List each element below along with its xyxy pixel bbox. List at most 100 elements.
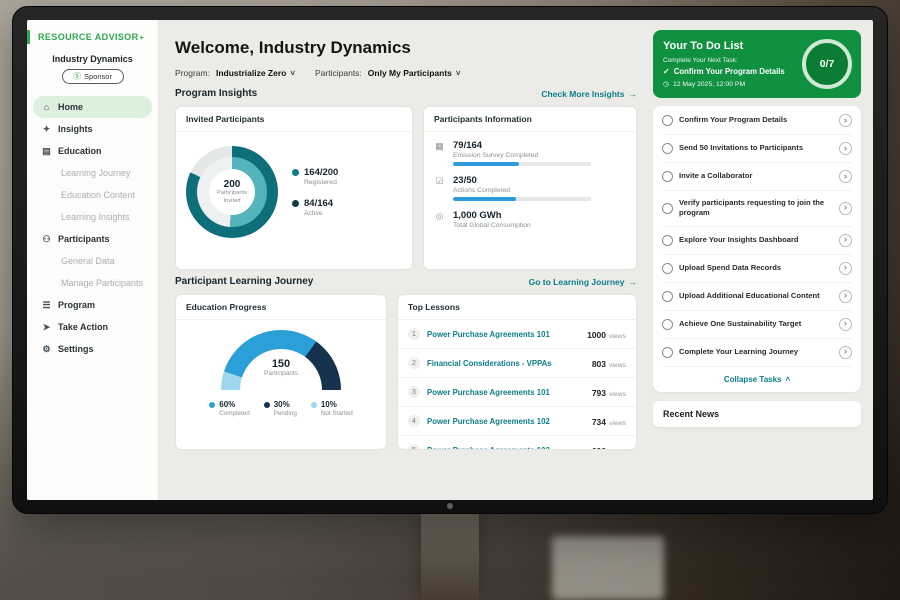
chevron-up-icon: ˄ bbox=[785, 375, 790, 384]
gauge-legend: 60% Completed 30% Pending bbox=[176, 396, 386, 421]
legend-label: Active bbox=[304, 210, 333, 217]
insights-icon: ✦ bbox=[41, 125, 52, 134]
lesson-link[interactable]: Power Purchase Agreements 101 bbox=[427, 330, 580, 339]
todo-task[interactable]: Achieve One Sustainability Target› bbox=[662, 311, 852, 339]
todo-next-task: ✓ Confirm Your Program Details bbox=[663, 67, 797, 76]
sidebar-item-manage-participants[interactable]: Manage Participants bbox=[33, 272, 152, 294]
arrow-right-icon: → bbox=[629, 277, 638, 287]
todo-task[interactable]: Complete Your Learning Journey › bbox=[662, 339, 852, 367]
sidebar-item-label: Learning Journey bbox=[61, 168, 131, 178]
building-icon: ▦ bbox=[434, 141, 445, 166]
go-to-learning-journey-link[interactable]: Go to Learning Journey → bbox=[529, 277, 637, 287]
todo-task[interactable]: Invite a Collaborator › bbox=[662, 163, 852, 191]
participants-select[interactable]: Only My Participants ˅ bbox=[368, 68, 461, 78]
monitor-bezel: RESOURCE ADVISOR+ Industry Dynamics Ⓢ Sp… bbox=[12, 6, 888, 514]
lesson-views-label: views bbox=[609, 333, 626, 340]
lesson-views: 803 bbox=[592, 359, 606, 369]
chevron-right-icon[interactable]: › bbox=[839, 290, 852, 303]
lesson-link[interactable]: Power Purchase Agreements 101 bbox=[427, 388, 585, 397]
progress-bar-fill bbox=[453, 162, 519, 166]
lesson-link[interactable]: Power Purchase Agreements 102 bbox=[427, 417, 585, 426]
collapse-tasks-button[interactable]: Collapse Tasks ˄ bbox=[662, 367, 852, 392]
sidebar-item-settings[interactable]: ⚙Settings bbox=[33, 338, 152, 360]
task-checkbox[interactable] bbox=[662, 319, 673, 330]
lesson-views-label: views bbox=[609, 391, 626, 398]
lesson-link[interactable]: Financial Considerations - VPPAs bbox=[427, 359, 585, 368]
chevron-right-icon[interactable]: › bbox=[839, 142, 852, 155]
chevron-down-icon: ˅ bbox=[456, 69, 461, 78]
todo-task[interactable]: Upload Additional Educational Content› bbox=[662, 283, 852, 311]
program-filter-label: Program: bbox=[175, 68, 210, 78]
chevron-right-icon[interactable]: › bbox=[839, 262, 852, 275]
chevron-right-icon[interactable]: › bbox=[839, 114, 852, 127]
info-row: ▦ 79/164 Emission Survey Completed bbox=[434, 140, 626, 166]
check-more-insights-link[interactable]: Check More Insights → bbox=[541, 89, 637, 99]
legend-item: 10% Not Started bbox=[311, 400, 353, 417]
sidebar-item-general-data[interactable]: General Data bbox=[33, 250, 152, 272]
legend-label: Pending bbox=[274, 410, 297, 417]
info-label: Actions Completed bbox=[453, 187, 591, 194]
task-checkbox[interactable] bbox=[662, 347, 673, 358]
task-checkbox[interactable] bbox=[662, 171, 673, 182]
legend-value: 60% bbox=[219, 400, 249, 409]
home-icon: ⌂ bbox=[41, 103, 52, 112]
education-icon: ▤ bbox=[41, 147, 52, 156]
lesson-views: 600 bbox=[592, 446, 606, 450]
todo-tasks-card: Confirm Your Program Details› Send 50 In… bbox=[653, 106, 861, 392]
legend-item: 84/164 Active bbox=[292, 198, 338, 217]
sidebar-item-insights[interactable]: ✦Insights bbox=[33, 118, 152, 140]
info-value: 1,000 GWh bbox=[453, 210, 531, 221]
sidebar-item-program[interactable]: ☰Program bbox=[33, 294, 152, 316]
lesson-rank: 4 bbox=[408, 415, 420, 427]
invited-participants-card: Invited Participants 200 Participants In… bbox=[175, 106, 413, 270]
todo-task[interactable]: Upload Spend Data Records› bbox=[662, 255, 852, 283]
chevron-right-icon[interactable]: › bbox=[839, 202, 852, 215]
sidebar-item-education[interactable]: ▤Education bbox=[33, 140, 152, 162]
task-checkbox[interactable] bbox=[662, 263, 673, 274]
sidebar-item-take-action[interactable]: ➤Take Action bbox=[33, 316, 152, 338]
task-checkbox[interactable] bbox=[662, 203, 673, 214]
lesson-views: 1000 bbox=[587, 330, 606, 340]
chevron-right-icon[interactable]: › bbox=[839, 170, 852, 183]
chevron-right-icon[interactable]: › bbox=[839, 318, 852, 331]
todo-task[interactable]: Explore Your Insights Dashboard› bbox=[662, 227, 852, 255]
legend-label: Completed bbox=[219, 410, 249, 417]
task-checkbox[interactable] bbox=[662, 143, 673, 154]
todo-task[interactable]: Verify participants requesting to join t… bbox=[662, 191, 852, 227]
lesson-views-label: views bbox=[609, 449, 626, 450]
education-gauge: 150 Participants bbox=[221, 330, 341, 392]
desk-background: RESOURCE ADVISOR+ Industry Dynamics Ⓢ Sp… bbox=[0, 0, 900, 600]
sidebar-item-learning-journey[interactable]: Learning Journey bbox=[33, 162, 152, 184]
check-icon: ✓ bbox=[663, 67, 670, 76]
participants-icon: ⚇ bbox=[41, 235, 52, 244]
legend-dot bbox=[209, 402, 215, 408]
todo-task[interactable]: Send 50 Invitations to Participants› bbox=[662, 135, 852, 163]
sidebar-item-participants[interactable]: ⚇Participants bbox=[33, 228, 152, 250]
chevron-right-icon[interactable]: › bbox=[839, 346, 852, 359]
sponsor-badge-label: Sponsor bbox=[84, 72, 112, 81]
learning-cards-row: Education Progress 150 Participants bbox=[175, 294, 637, 450]
task-checkbox[interactable] bbox=[662, 291, 673, 302]
card-title: Invited Participants bbox=[176, 107, 412, 132]
gauge-center-value: 150 bbox=[221, 358, 341, 370]
org-name: Industry Dynamics bbox=[27, 54, 158, 64]
donut-center: 200 Participants Invited bbox=[186, 146, 278, 238]
task-label: Invite a Collaborator bbox=[679, 171, 833, 181]
task-checkbox[interactable] bbox=[662, 235, 673, 246]
sidebar-item-label: General Data bbox=[61, 256, 115, 266]
task-checkbox[interactable] bbox=[662, 115, 673, 126]
desk-object bbox=[552, 536, 664, 600]
program-select[interactable]: Industrialize Zero ˅ bbox=[216, 68, 295, 78]
education-progress-card: Education Progress 150 Participants bbox=[175, 294, 387, 450]
task-label: Complete Your Learning Journey bbox=[679, 347, 833, 357]
go-to-learning-journey-label: Go to Learning Journey bbox=[529, 277, 625, 287]
progress-bar bbox=[453, 162, 591, 166]
lesson-link[interactable]: Power Purchase Agreements 103 bbox=[427, 446, 585, 451]
todo-task[interactable]: Confirm Your Program Details› bbox=[662, 107, 852, 135]
chevron-right-icon[interactable]: › bbox=[839, 234, 852, 247]
sidebar-item-home[interactable]: ⌂Home bbox=[33, 96, 152, 118]
sidebar-item-learning-insights[interactable]: Learning Insights bbox=[33, 206, 152, 228]
page-title: Welcome, Industry Dynamics bbox=[175, 38, 637, 58]
sponsor-badge: Ⓢ Sponsor bbox=[62, 69, 124, 84]
sidebar-item-education-content[interactable]: Education Content bbox=[33, 184, 152, 206]
